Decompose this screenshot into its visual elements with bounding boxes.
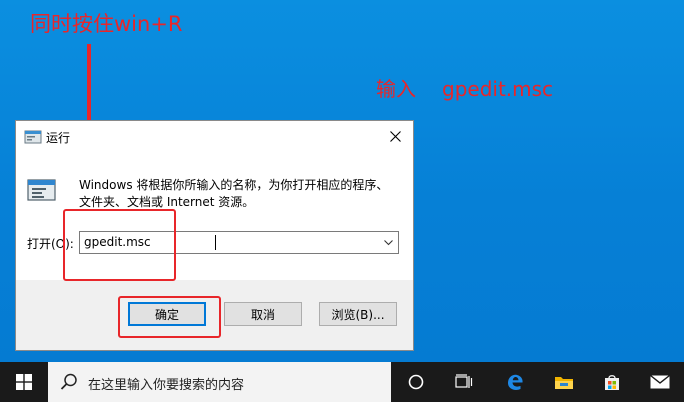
- start-button[interactable]: [0, 362, 48, 402]
- input-highlight-box: [63, 209, 176, 281]
- mail-icon: [650, 375, 670, 389]
- taskbar-search-box[interactable]: 在这里输入你要搜索的内容: [48, 362, 391, 402]
- input-annotation-label: 输入: [376, 77, 416, 101]
- run-icon: [24, 130, 42, 144]
- edge-icon: [508, 374, 523, 390]
- taskbar: 在这里输入你要搜索的内容: [0, 362, 684, 402]
- task-view-icon: [455, 374, 473, 388]
- close-icon: [389, 131, 401, 142]
- shortcut-annotation: 同时按住win+R: [30, 12, 183, 36]
- chevron-down-icon: [383, 239, 393, 245]
- cortana-icon: [408, 374, 424, 390]
- input-annotation: 输入 gpedit.msc: [376, 73, 553, 102]
- file-explorer-icon: [555, 377, 573, 389]
- run-program-icon: [27, 179, 56, 201]
- store-button[interactable]: [588, 362, 636, 402]
- annotation-arrow-shaft: [87, 44, 91, 130]
- command-dropdown-button[interactable]: [380, 234, 396, 251]
- mail-button[interactable]: [636, 362, 684, 402]
- input-annotation-command: gpedit.msc: [442, 77, 554, 101]
- close-button[interactable]: [377, 121, 413, 152]
- dialog-description: Windows 将根据你所输入的名称，为你打开相应的程序、文件夹、文档或 Int…: [79, 178, 389, 209]
- dialog-title: 运行: [46, 131, 71, 145]
- cancel-button[interactable]: 取消: [224, 302, 302, 326]
- text-caret: [215, 235, 216, 250]
- task-view-button[interactable]: [440, 362, 488, 402]
- ok-highlight-box: [118, 296, 221, 338]
- browse-button[interactable]: 浏览(B)...: [319, 302, 397, 326]
- search-placeholder: 在这里输入你要搜索的内容: [88, 378, 245, 393]
- dialog-titlebar[interactable]: 运行: [16, 121, 413, 152]
- file-explorer-button[interactable]: [540, 362, 588, 402]
- cortana-button[interactable]: [392, 362, 440, 402]
- windows-icon: [16, 374, 32, 390]
- edge-button[interactable]: [491, 362, 539, 402]
- store-icon: [605, 375, 619, 390]
- search-icon: [60, 373, 77, 390]
